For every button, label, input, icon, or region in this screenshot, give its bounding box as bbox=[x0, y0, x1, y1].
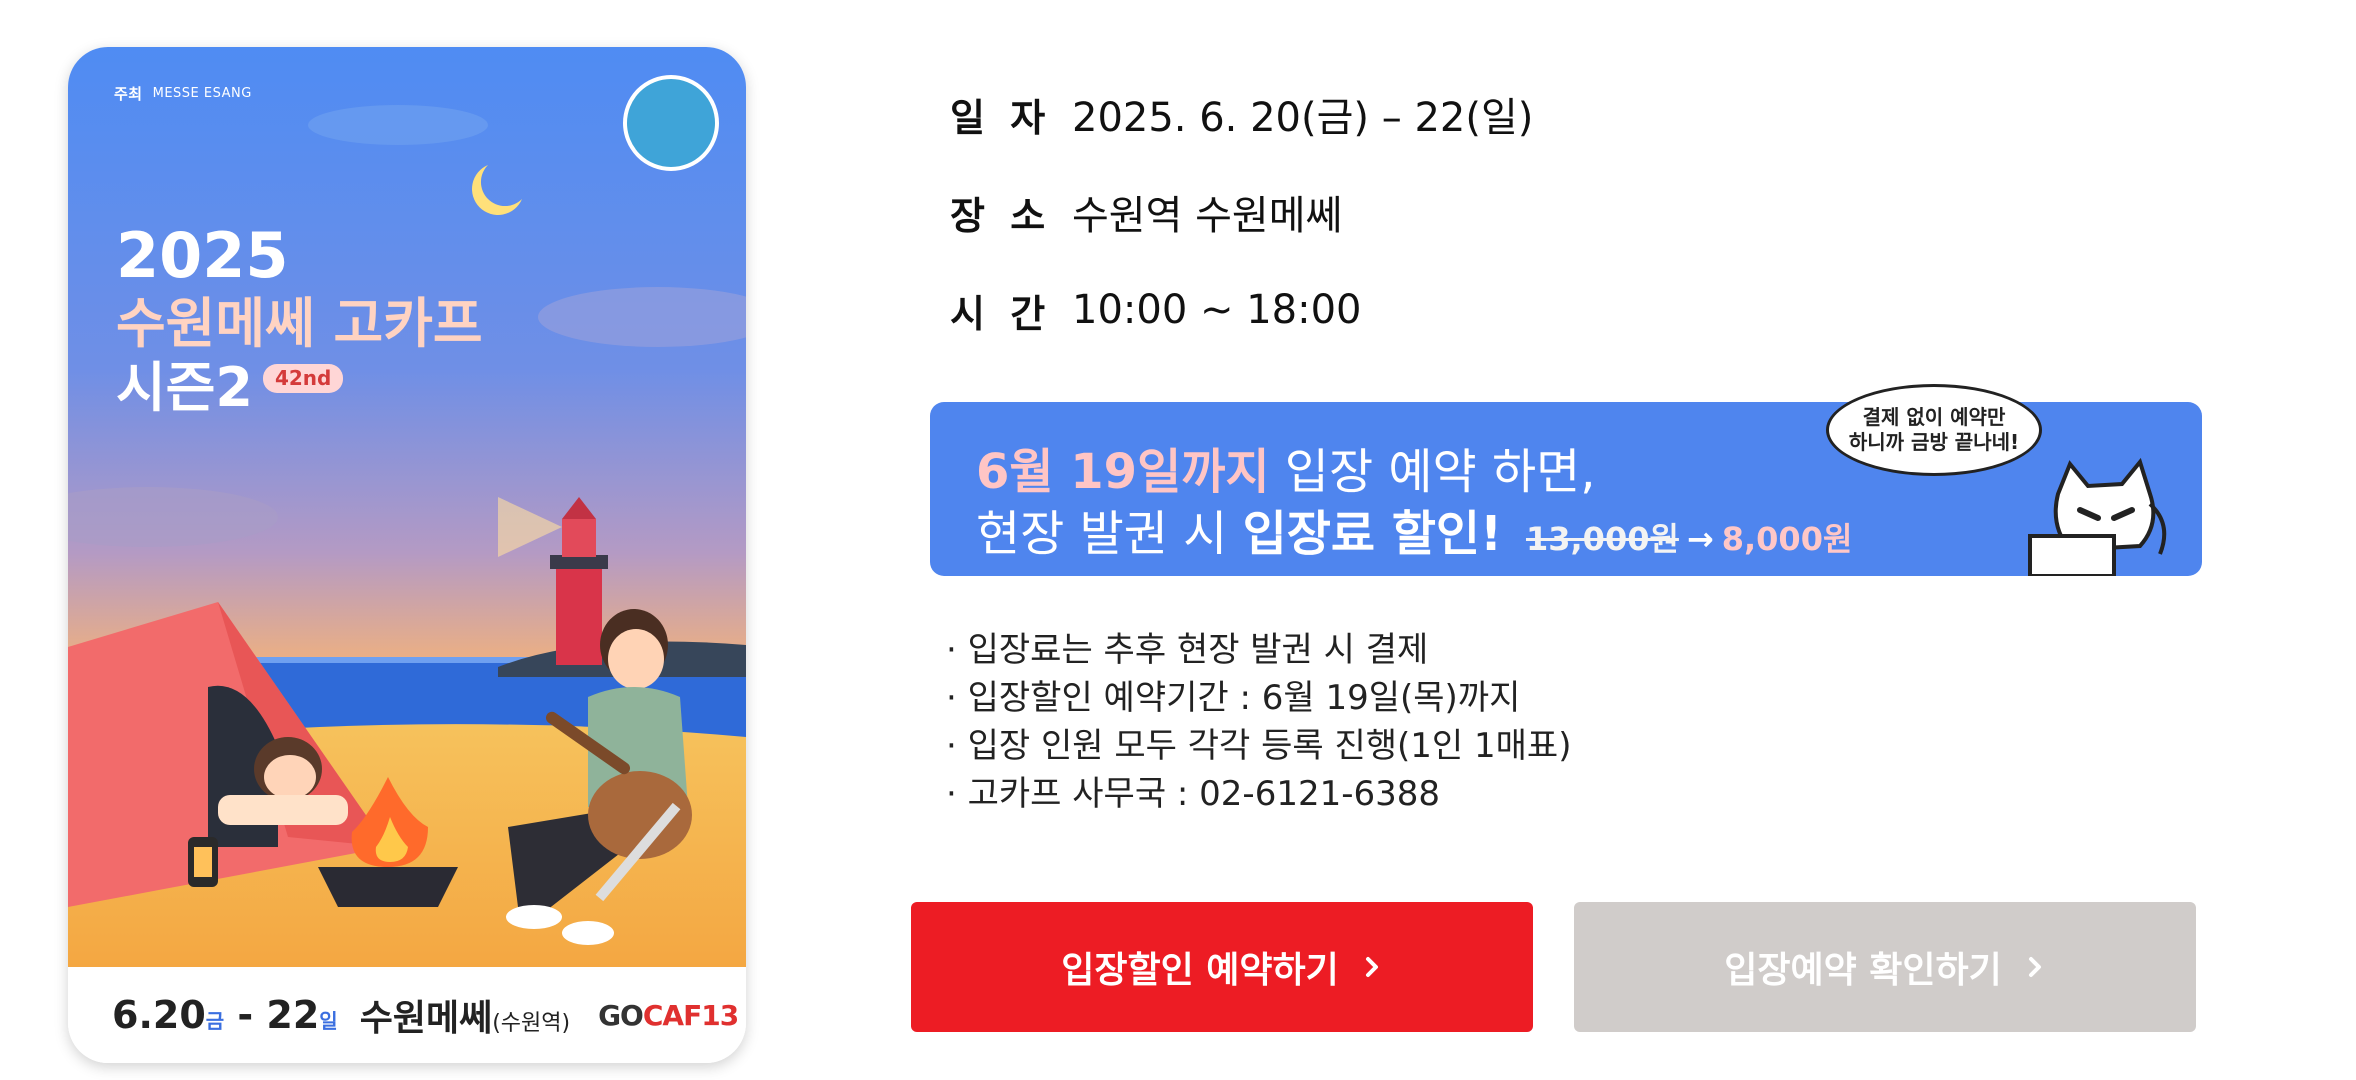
notes-list: · 입장료는 추후 현장 발권 시 결제 · 입장할인 예약기간 : 6월 19… bbox=[946, 626, 1571, 818]
note-item: · 고카프 사무국 : 02-6121-6388 bbox=[946, 774, 1441, 814]
check-reservation-button[interactable]: 입장예약 확인하기 bbox=[1574, 902, 2196, 1032]
note-item: · 입장 인원 모두 각각 등록 진행(1인 1매표) bbox=[946, 726, 1572, 766]
time-label: 시 간 bbox=[950, 291, 1052, 336]
bubble-line-2: 하니까 금방 끝나네! bbox=[1848, 430, 2020, 454]
info-row-place: 장 소 수원역 수원메쎄 bbox=[950, 182, 1342, 242]
banner-discount-text: 입장료 할인! bbox=[1242, 506, 1502, 562]
poster-event-name: 수원메쎄 고카프 bbox=[116, 292, 483, 356]
chevron-right-icon bbox=[2028, 957, 2041, 977]
chevron-right-icon bbox=[1365, 957, 1378, 977]
poster-host: 주최 MESSE ESANG bbox=[114, 83, 252, 104]
banner-line1-rest: 입장 예약 하면, bbox=[1269, 444, 1596, 500]
poster-footer: 6.20금 - 22일 수원메쎄(수원역) GOCAF13 bbox=[68, 967, 746, 1063]
info-row-time: 시 간 10:00 ~ 18:00 bbox=[950, 280, 1362, 340]
poster-ordinal-badge: 42nd bbox=[262, 363, 344, 394]
logo-part-b: CAF13 bbox=[642, 998, 739, 1032]
poster-title: 2025 수원메쎄 고카프 시즌2 42nd bbox=[116, 219, 483, 420]
host-label: 주최 bbox=[114, 85, 143, 103]
poster-venue: 수원메쎄(수원역) bbox=[360, 989, 570, 1041]
gocaf-logo: GOCAF13 bbox=[598, 998, 739, 1032]
poster-date-end: - 22 bbox=[224, 993, 320, 1037]
certified-exhibition-badge-icon bbox=[623, 75, 719, 171]
poster-year: 2025 bbox=[116, 219, 289, 292]
poster-venue-sub: (수원역) bbox=[492, 1011, 571, 1036]
old-price: 13,000원 bbox=[1525, 520, 1679, 558]
price-arrow: → bbox=[1686, 520, 1714, 558]
host-brand: MESSE ESANG bbox=[152, 86, 252, 101]
poster-venue-name: 수원메쎄 bbox=[359, 998, 493, 1039]
place-value: 수원역 수원메쎄 bbox=[1072, 193, 1343, 239]
place-label: 장 소 bbox=[950, 193, 1052, 238]
banner-line2-start: 현장 발권 시 bbox=[976, 506, 1243, 562]
poster-season: 시즌2 bbox=[116, 355, 253, 419]
poster-dates: 6.20금 - 22일 bbox=[112, 993, 338, 1037]
banner-deadline: 6월 19일까지 bbox=[976, 444, 1270, 500]
poster-dow-start: 금 bbox=[205, 1009, 225, 1033]
new-price: 8,000원 bbox=[1721, 520, 1853, 558]
reserve-discount-button[interactable]: 입장할인 예약하기 bbox=[911, 902, 1533, 1032]
check-button-label: 입장예약 확인하기 bbox=[1724, 950, 2002, 991]
time-value: 10:00 ~ 18:00 bbox=[1072, 287, 1362, 333]
bubble-line-1: 결제 없이 예약만 bbox=[1862, 405, 2006, 429]
event-poster: 주최 MESSE ESANG 2025 수원메쎄 고카프 시즌2 42nd 6.2… bbox=[68, 47, 746, 1063]
poster-date-start: 6.20 bbox=[112, 993, 206, 1037]
reserve-button-label: 입장할인 예약하기 bbox=[1061, 950, 1339, 991]
note-item: · 입장할인 예약기간 : 6월 19일(목)까지 bbox=[946, 678, 1521, 718]
note-item: · 입장료는 추후 현장 발권 시 결제 bbox=[946, 630, 1429, 670]
cat-laptop-icon bbox=[2028, 457, 2167, 576]
date-label: 일 자 bbox=[950, 95, 1052, 140]
logo-part-a: GO bbox=[598, 998, 644, 1032]
date-value: 2025. 6. 20(금) – 22(일) bbox=[1072, 95, 1534, 141]
banner-line-2: 현장 발권 시 입장료 할인! 13,000원 → 8,000원 bbox=[976, 494, 1852, 564]
banner-line-1: 6월 19일까지 입장 예약 하면, bbox=[976, 432, 1596, 502]
info-row-date: 일 자 2025. 6. 20(금) – 22(일) bbox=[950, 84, 1533, 144]
poster-dow-end: 일 bbox=[319, 1009, 338, 1033]
poster-illustration bbox=[68, 47, 746, 967]
